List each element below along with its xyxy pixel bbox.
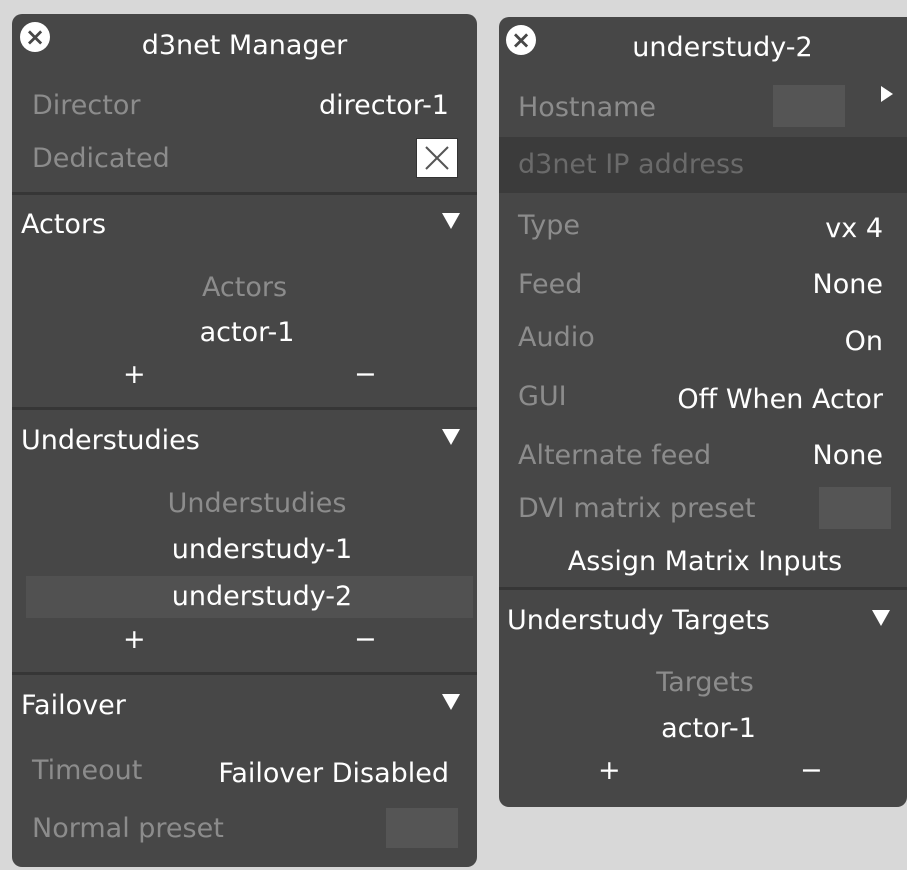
director-value[interactable]: director-1 bbox=[319, 92, 449, 119]
triangle-right-icon[interactable] bbox=[881, 86, 893, 102]
failover-section-header[interactable]: Failover bbox=[21, 692, 126, 719]
type-value[interactable]: vx 4 bbox=[825, 215, 883, 242]
audio-label: Audio bbox=[518, 322, 595, 353]
type-label: Type bbox=[518, 210, 581, 241]
d3net-manager-panel: × d3net Manager Director director-1 Dedi… bbox=[12, 14, 477, 867]
panel-title: d3net Manager bbox=[141, 30, 348, 61]
normal-preset-label: Normal preset bbox=[32, 813, 224, 844]
add-actor-button[interactable]: + bbox=[123, 361, 146, 388]
audio-value[interactable]: On bbox=[845, 328, 883, 355]
x-mark-icon bbox=[425, 146, 449, 170]
director-label: Director bbox=[32, 90, 141, 121]
feed-value[interactable]: None bbox=[813, 271, 883, 298]
feed-label: Feed bbox=[518, 269, 583, 300]
gui-label: GUI bbox=[518, 381, 567, 412]
dedicated-checkbox[interactable] bbox=[416, 138, 458, 178]
alternate-feed-value[interactable]: None bbox=[813, 442, 883, 469]
remove-target-button[interactable]: − bbox=[800, 757, 823, 784]
dvi-matrix-preset-field[interactable] bbox=[819, 487, 891, 529]
list-item[interactable]: actor-1 bbox=[12, 319, 477, 346]
panel-title: understudy-2 bbox=[632, 32, 813, 63]
add-understudy-button[interactable]: + bbox=[123, 626, 146, 653]
alternate-feed-label: Alternate feed bbox=[518, 440, 712, 471]
list-item[interactable]: actor-1 bbox=[499, 715, 907, 742]
triangle-down-icon[interactable] bbox=[442, 429, 460, 445]
add-target-button[interactable]: + bbox=[598, 757, 621, 784]
triangle-down-icon[interactable] bbox=[442, 694, 460, 710]
triangle-down-icon[interactable] bbox=[872, 610, 890, 626]
separator bbox=[12, 192, 477, 195]
list-item[interactable]: understudy-2 bbox=[12, 583, 477, 610]
normal-preset-field[interactable] bbox=[386, 808, 458, 848]
hostname-label: Hostname bbox=[518, 92, 657, 123]
actors-section-header[interactable]: Actors bbox=[21, 211, 106, 238]
hostname-field[interactable] bbox=[773, 85, 845, 127]
understudies-section-header[interactable]: Understudies bbox=[21, 427, 200, 454]
remove-actor-button[interactable]: − bbox=[354, 361, 377, 388]
separator bbox=[12, 407, 477, 410]
separator bbox=[499, 587, 907, 590]
timeout-value[interactable]: Failover Disabled bbox=[218, 760, 449, 787]
understudy-targets-section-header[interactable]: Understudy Targets bbox=[507, 607, 770, 634]
list-item[interactable]: understudy-1 bbox=[12, 536, 477, 563]
gui-value[interactable]: Off When Actor bbox=[677, 386, 883, 413]
remove-understudy-button[interactable]: − bbox=[354, 626, 377, 653]
timeout-label: Timeout bbox=[32, 755, 143, 786]
understudies-list-title: Understudies bbox=[167, 488, 347, 519]
ip-address-placeholder: d3net IP address bbox=[518, 149, 745, 180]
actors-list-title: Actors bbox=[201, 272, 288, 303]
triangle-down-icon[interactable] bbox=[442, 213, 460, 229]
assign-matrix-inputs-button[interactable]: Assign Matrix Inputs bbox=[499, 548, 907, 575]
dedicated-label: Dedicated bbox=[32, 143, 170, 174]
dvi-matrix-preset-label: DVI matrix preset bbox=[518, 493, 756, 524]
understudy-panel: × understudy-2 Hostname d3net IP address… bbox=[499, 17, 907, 807]
targets-list-title: Targets bbox=[656, 667, 754, 698]
separator bbox=[12, 672, 477, 675]
